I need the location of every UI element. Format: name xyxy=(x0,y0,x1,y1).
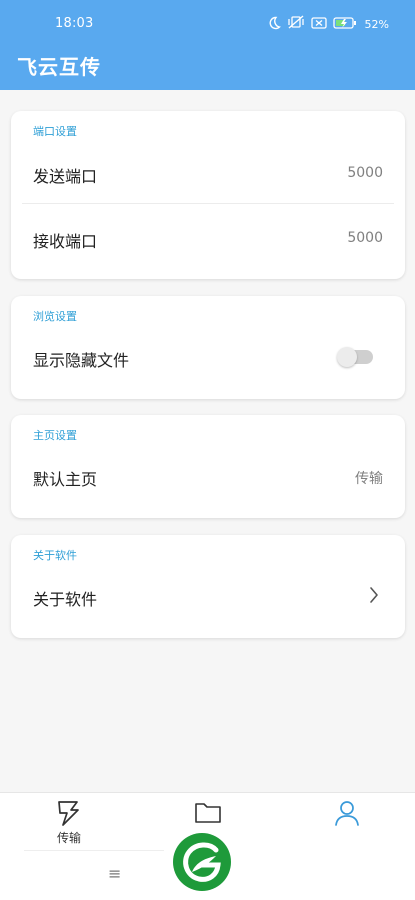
sim-error-icon xyxy=(310,15,327,34)
section-title-ports: 端口设置 xyxy=(33,125,77,138)
app-logo xyxy=(172,832,232,892)
receive-port-row[interactable]: 接收端口 5000 xyxy=(11,218,405,258)
nav-profile[interactable] xyxy=(277,793,415,851)
nav-transfer-label: 传输 xyxy=(56,831,81,845)
show-hidden-files-label: 显示隐藏文件 xyxy=(33,351,130,370)
battery-percent: 52% xyxy=(364,17,389,31)
show-hidden-files-toggle[interactable] xyxy=(337,347,373,367)
status-time: 18:03 xyxy=(55,16,94,31)
default-home-label: 默认主页 xyxy=(33,470,98,489)
default-home-row[interactable]: 默认主页 传输 xyxy=(11,456,405,496)
section-title-browse: 浏览设置 xyxy=(33,310,77,323)
receive-port-value: 5000 xyxy=(347,230,383,246)
send-port-label: 发送端口 xyxy=(33,167,98,186)
menu-icon[interactable]: ≡ xyxy=(108,864,121,883)
mute-vibrate-icon xyxy=(287,14,305,34)
card-home-settings: 主页设置 默认主页 传输 xyxy=(11,415,405,518)
receive-port-label: 接收端口 xyxy=(33,232,98,251)
send-port-row[interactable]: 发送端口 5000 xyxy=(11,153,405,193)
divider xyxy=(22,203,394,204)
chevron-right-icon xyxy=(369,586,379,608)
status-icons: 52% xyxy=(267,14,389,34)
lightning-icon xyxy=(56,799,82,831)
show-hidden-files-row[interactable]: 显示隐藏文件 xyxy=(11,337,405,377)
divider xyxy=(24,850,164,851)
about-software-row[interactable]: 关于软件 xyxy=(11,576,405,616)
default-home-value: 传输 xyxy=(355,471,383,487)
app-title: 飞云互传 xyxy=(17,55,101,79)
card-about: 关于软件 关于软件 xyxy=(11,535,405,638)
toggle-knob xyxy=(337,347,357,367)
about-software-label: 关于软件 xyxy=(33,590,98,609)
app-bar: 飞云互传 xyxy=(0,46,415,90)
moon-icon xyxy=(267,15,281,34)
person-icon xyxy=(333,799,361,831)
nav-transfer[interactable]: 传输 xyxy=(0,793,138,851)
section-title-home: 主页设置 xyxy=(33,429,77,442)
battery-charging-icon xyxy=(332,15,357,34)
card-browse-settings: 浏览设置 显示隐藏文件 xyxy=(11,296,405,399)
card-port-settings: 端口设置 发送端口 5000 接收端口 5000 xyxy=(11,111,405,279)
send-port-value: 5000 xyxy=(347,165,383,181)
folder-icon xyxy=(194,799,222,829)
status-bar: 18:03 52% xyxy=(0,0,415,46)
section-title-about: 关于软件 xyxy=(33,549,77,562)
